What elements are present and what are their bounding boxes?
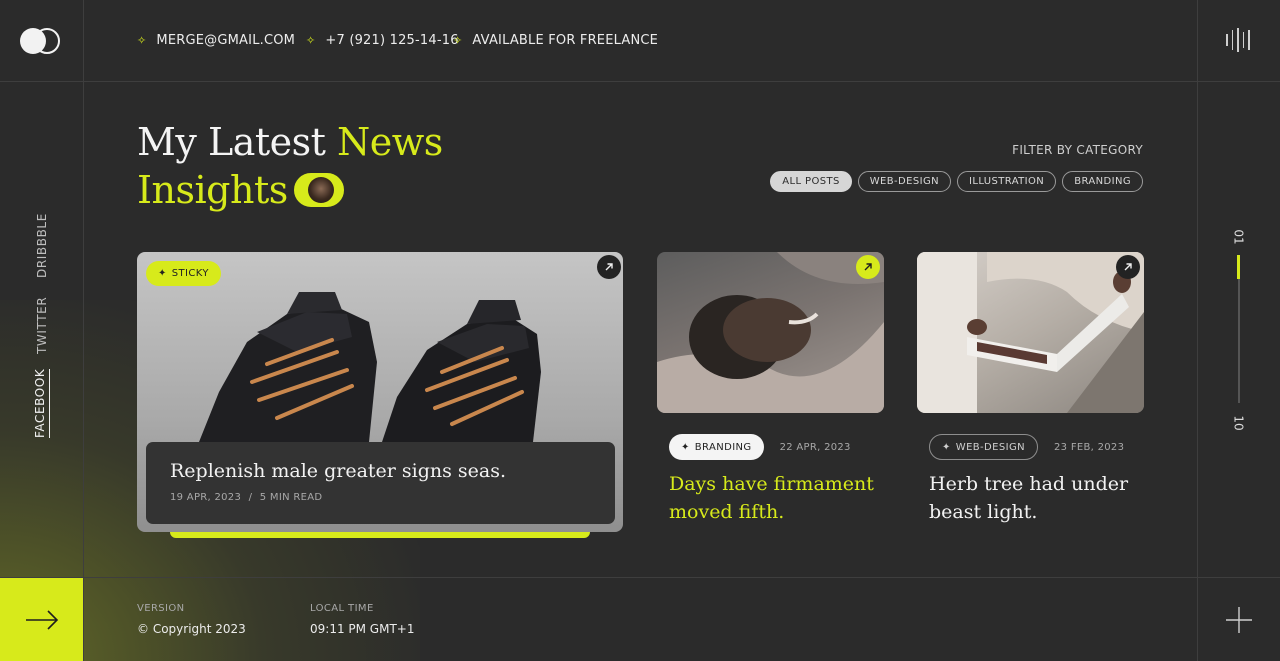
version-label: VERSION [137,603,185,614]
sparkle-icon: ✧ [137,34,147,47]
arrow-right-icon [25,609,58,630]
next-button[interactable] [0,578,83,661]
post-card-featured[interactable]: ✦ STICKY Replenish male greater signs se… [137,252,623,532]
featured-post-read-time: 5 MIN READ [259,492,323,503]
post-2-tag[interactable]: ✦ BRANDING [669,434,764,460]
local-time-label: LOCAL TIME [310,603,374,614]
book-reading-image [917,252,1144,413]
post-3-meta: ✦ WEB-DESIGN 23 FEB, 2023 [929,434,1124,460]
pager-progress [1237,255,1240,279]
category-filters: ALL POSTS WEB-DESIGN ILLUSTRATION BRANDI… [770,171,1143,192]
contact-email[interactable]: ✧ MERGE@GMAIL.COM [137,33,295,48]
featured-post-overlay: Replenish male greater signs seas. 19 AP… [146,442,615,524]
sound-bars-icon[interactable] [1226,28,1250,52]
footer-divider [0,577,1280,578]
filter-all-posts[interactable]: ALL POSTS [770,171,852,192]
post-card-image-3[interactable] [917,252,1144,413]
filter-illustration[interactable]: ILLUSTRATION [957,171,1057,192]
phone-text[interactable]: +7 (921) 125-14-16 [325,33,458,48]
post-2-meta: ✦ BRANDING 22 APR, 2023 [669,434,851,460]
open-post-2-button[interactable] [856,255,880,279]
availability-status: ✧ AVAILABLE FOR FREELANCE [453,33,658,48]
logo-icon[interactable] [20,28,62,54]
sparkle-icon: ✦ [158,268,167,279]
social-link-twitter[interactable]: TWITTER [35,297,49,354]
sticky-badge-text: STICKY [171,268,209,279]
version-value: © Copyright 2023 [137,622,246,636]
open-post-button[interactable] [597,255,621,279]
sticky-badge: ✦ STICKY [146,261,221,286]
left-divider [83,0,84,661]
featured-post-date: 19 APR, 2023 [170,492,242,503]
sparkle-icon: ✦ [681,441,690,453]
arrow-up-right-icon [605,263,613,271]
availability-text: AVAILABLE FOR FREELANCE [472,33,659,48]
open-post-3-button[interactable] [1116,255,1140,279]
featured-post-meta: 19 APR, 2023 / 5 MIN READ [170,492,591,503]
post-card-image-2[interactable] [657,252,884,413]
social-link-dribbble[interactable]: DRIBBBLE [35,213,49,278]
plus-icon [1226,606,1252,633]
contact-phone[interactable]: ✧ +7 (921) 125-14-16 [306,33,459,48]
avatar [293,172,344,207]
social-link-facebook[interactable]: FACEBOOK [33,368,50,438]
header-divider [0,81,1280,82]
meta-separator: / [248,492,253,503]
local-time-value: 09:11 PM GMT+1 [310,622,415,636]
sparkle-icon: ✦ [942,441,951,453]
post-3-tag-text[interactable]: WEB-DESIGN [956,442,1025,453]
sparkle-icon: ✧ [453,34,463,47]
title-lime-text: News [336,120,443,164]
menu-button[interactable] [1198,578,1280,661]
filter-web-design[interactable]: WEB-DESIGN [857,171,951,192]
arrow-up-right-icon [1124,263,1132,271]
post-2-date: 22 APR, 2023 [779,441,851,453]
page-title: My Latest News Insights [137,118,443,214]
featured-post-title[interactable]: Replenish male greater signs seas. [170,460,591,482]
portrait-image [657,252,884,413]
email-text[interactable]: MERGE@GMAIL.COM [156,33,295,48]
post-3-title[interactable]: Herb tree had under beast light. [929,470,1149,526]
filter-label: FILTER BY CATEGORY [1012,143,1143,157]
title-insights-text: Insights [137,168,288,212]
arrow-up-right-icon [864,263,872,271]
post-3-tag[interactable]: ✦ WEB-DESIGN [929,434,1039,460]
sparkle-icon: ✧ [306,34,316,47]
pager-total: 10 [1231,415,1246,431]
title-white-text: My Latest [137,120,326,164]
post-2-tag-text[interactable]: BRANDING [695,442,752,453]
post-2-title[interactable]: Days have firmament moved fifth. [669,470,889,526]
pager-current: 01 [1231,229,1246,245]
post-3-date: 23 FEB, 2023 [1054,441,1125,453]
filter-branding[interactable]: BRANDING [1062,171,1143,192]
right-divider [1197,0,1198,661]
